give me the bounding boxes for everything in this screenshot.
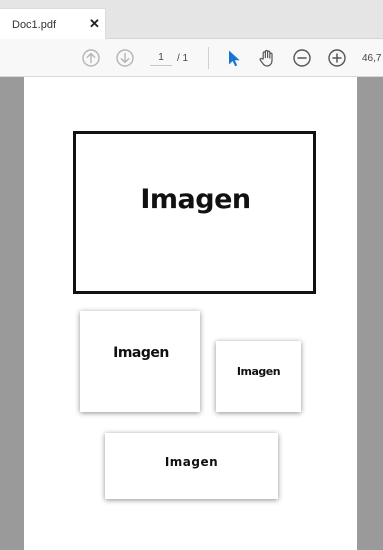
page-total-label: / 1 (177, 53, 189, 64)
tab-doc1[interactable]: Doc1.pdf ✕ (0, 8, 106, 40)
zoom-out-icon[interactable] (292, 48, 312, 68)
image-label: Imagen (113, 344, 169, 361)
image-label: Imagen (164, 454, 219, 469)
document-viewer[interactable]: Imagen Imagen Imagen Imagen (0, 77, 383, 550)
pdf-page: Imagen Imagen Imagen Imagen (24, 77, 357, 550)
toolbar: 1 / 1 46,7 (0, 39, 383, 77)
zoom-level-field[interactable]: 46,7 (362, 53, 383, 67)
image-placeholder-small: Imagen (216, 341, 301, 412)
select-pointer-icon[interactable] (224, 48, 244, 68)
tab-title: Doc1.pdf (12, 19, 57, 31)
image-placeholder-medium: Imagen (80, 311, 200, 412)
image-label: Imagen (140, 184, 251, 215)
tab-bar: Doc1.pdf ✕ (0, 0, 383, 40)
image-label: Imagen (236, 365, 281, 378)
page-number-input[interactable]: 1 (150, 52, 172, 66)
image-placeholder-large: Imagen (73, 131, 316, 294)
toolbar-divider (208, 47, 209, 69)
previous-page-icon[interactable] (81, 48, 101, 68)
image-placeholder-wide: Imagen (105, 433, 278, 499)
next-page-icon[interactable] (115, 48, 135, 68)
close-tab-icon[interactable]: ✕ (89, 17, 100, 31)
zoom-in-icon[interactable] (327, 48, 347, 68)
hand-tool-icon[interactable] (257, 48, 277, 68)
